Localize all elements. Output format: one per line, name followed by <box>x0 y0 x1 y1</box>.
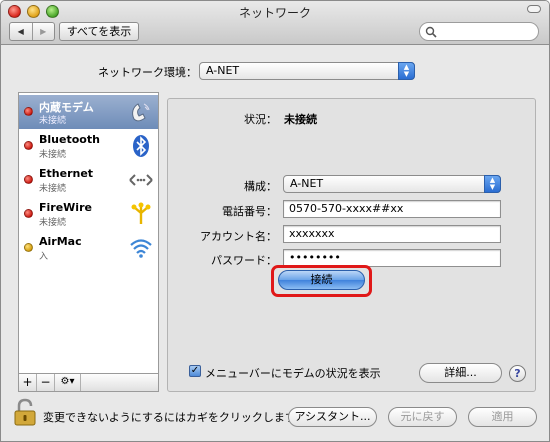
apply-button[interactable]: 適用 <box>468 407 537 427</box>
connect-highlight-annotation <box>271 265 372 297</box>
search-field[interactable] <box>419 22 539 41</box>
popup-arrows-icon: ▲ ▼ <box>398 62 415 80</box>
phone-number-label: 電話番号： <box>222 205 277 218</box>
help-button[interactable]: ? <box>509 365 526 382</box>
status-dot-icon <box>24 243 33 252</box>
add-service-button[interactable]: + <box>19 374 37 391</box>
service-item-bluetooth[interactable]: Bluetooth 未接続 <box>19 129 158 163</box>
configuration-value: A-NET <box>290 177 324 190</box>
toolbar-toggle-button[interactable] <box>527 5 541 13</box>
service-item-internal-modem[interactable]: 内蔵モデム 未接続 <box>19 95 158 129</box>
network-preferences-window: ネットワーク ◀ ▶ すべてを表示 ネットワーク環境： A-NET ▲ ▼ 内蔵モ… <box>0 0 550 442</box>
show-modem-status-label: メニューバーにモデムの状況を表示 <box>205 367 381 380</box>
service-name: Bluetooth <box>39 133 100 146</box>
action-gear-button[interactable]: ⚙▾ <box>55 374 81 391</box>
show-all-button[interactable]: すべてを表示 <box>59 22 139 41</box>
status-value: 未接続 <box>284 113 317 126</box>
location-label: ネットワーク環境： <box>98 66 197 79</box>
service-list[interactable]: 内蔵モデム 未接続 Bluetooth 未接続 Ethernet 未接続 Fir… <box>18 92 159 392</box>
account-name-label: アカウント名： <box>200 230 277 243</box>
airmac-wifi-icon <box>130 239 152 258</box>
configuration-label: 構成： <box>244 180 277 193</box>
modem-phone-icon <box>132 103 150 122</box>
firewire-icon <box>131 202 151 224</box>
title-bar: ネットワーク ◀ ▶ すべてを表示 <box>1 1 549 45</box>
service-status: 入 <box>39 252 49 262</box>
window-title: ネットワーク <box>238 6 311 20</box>
status-dot-icon <box>24 209 33 218</box>
lock-icon[interactable] <box>13 398 37 426</box>
ethernet-icon <box>129 174 153 186</box>
phone-number-field[interactable]: 0570-570-xxxx##xx <box>283 200 501 218</box>
service-item-firewire[interactable]: FireWire 未接続 <box>19 197 158 231</box>
account-name-field[interactable]: xxxxxxx <box>283 225 501 243</box>
service-list-toolbar: + − ⚙▾ <box>18 373 159 392</box>
configuration-popup[interactable]: A-NET ▲ ▼ <box>283 175 501 193</box>
location-value: A-NET <box>206 64 240 77</box>
popup-arrows-icon: ▲ ▼ <box>484 175 501 193</box>
service-item-ethernet[interactable]: Ethernet 未接続 <box>19 163 158 197</box>
assistant-button[interactable]: アシスタント... <box>288 407 377 427</box>
status-dot-icon <box>24 107 33 116</box>
bluetooth-icon <box>133 135 149 157</box>
status-dot-icon <box>24 141 33 150</box>
status-dot-icon <box>24 175 33 184</box>
service-status: 未接続 <box>39 116 67 126</box>
back-button[interactable]: ◀ <box>10 23 32 40</box>
nav-buttons: ◀ ▶ <box>9 22 55 41</box>
service-detail-panel <box>167 98 536 392</box>
status-label: 状況： <box>244 113 277 126</box>
service-item-airmac[interactable]: AirMac 入 <box>19 231 158 265</box>
service-status: 未接続 <box>39 150 67 160</box>
service-name: AirMac <box>39 235 82 248</box>
lock-instruction-text: 変更できないようにするにはカギをクリックします。 <box>43 411 306 424</box>
service-name: Ethernet <box>39 167 94 180</box>
advanced-button[interactable]: 詳細... <box>419 363 502 383</box>
search-icon <box>425 26 437 38</box>
forward-button[interactable]: ▶ <box>31 23 55 40</box>
service-name: FireWire <box>39 201 92 214</box>
service-status: 未接続 <box>39 218 67 228</box>
show-modem-status-checkbox[interactable]: ✓ <box>189 365 201 377</box>
password-label: パスワード： <box>211 254 277 267</box>
remove-service-button[interactable]: − <box>37 374 55 391</box>
service-status: 未接続 <box>39 184 67 194</box>
revert-button[interactable]: 元に戻す <box>388 407 457 427</box>
location-popup[interactable]: A-NET ▲ ▼ <box>199 62 415 80</box>
